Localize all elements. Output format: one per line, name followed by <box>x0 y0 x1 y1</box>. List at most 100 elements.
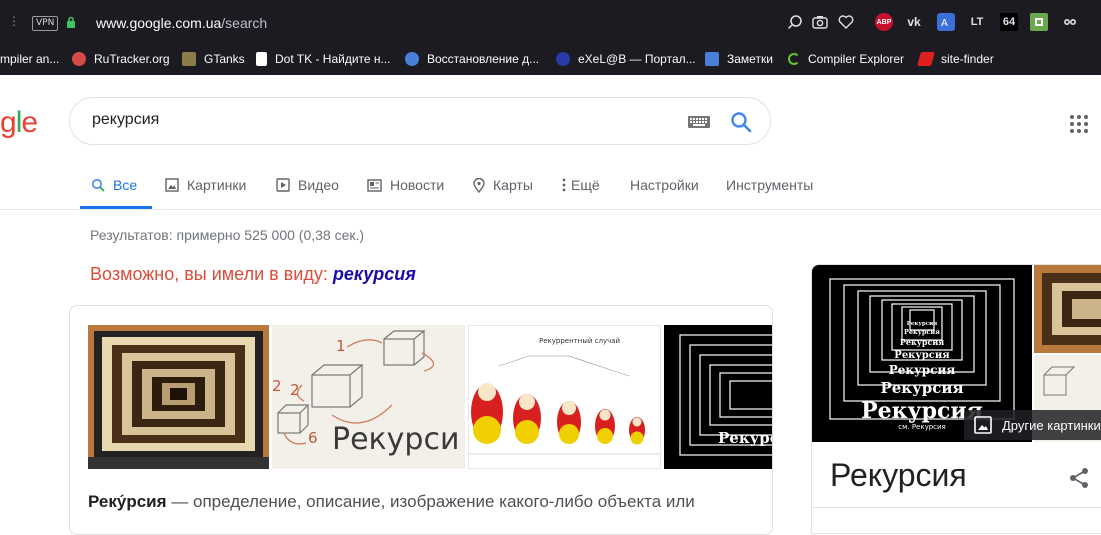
search-icon <box>91 178 105 192</box>
tab-label: Картинки <box>187 177 247 193</box>
heart-icon[interactable] <box>837 13 855 31</box>
search-box[interactable]: рекурсия <box>69 97 771 145</box>
bookmark-label: Dot TK - Найдите н... <box>275 52 391 66</box>
url-host: www.google.com.ua <box>96 15 222 31</box>
knowledge-panel: Рекурсия см. Рекурсия Рекурсия Рекурсия … <box>811 264 1101 534</box>
translate-icon[interactable]: A <box>937 13 955 31</box>
result-image-4[interactable]: Рекурсия <box>664 325 773 469</box>
gtanks-icon <box>182 52 196 66</box>
kp-image-word: Рекурсия <box>900 337 944 347</box>
tab-label: Новости <box>390 177 445 193</box>
snippet-term: Реку́рсия <box>88 492 167 511</box>
bookmark-label: GTanks <box>204 52 245 66</box>
more-images-label: Другие картинки <box>1002 417 1101 433</box>
kp-image-word: Рекурсия <box>894 350 950 361</box>
snippet-text: — определение, описание, изображение как… <box>166 492 695 511</box>
google-logo[interactable]: gle <box>0 106 38 140</box>
page-icon <box>256 52 267 66</box>
zoom-icon[interactable] <box>786 13 804 31</box>
tab-more[interactable]: Ещё <box>562 176 600 194</box>
tab-label: Настройки <box>630 177 699 193</box>
tab-label: Карты <box>493 177 533 193</box>
image-icon <box>974 416 992 434</box>
lock-icon[interactable] <box>66 16 76 29</box>
url-bar[interactable]: ⋮ VPN www.google.com.ua/search ABP vk A … <box>0 0 1101 45</box>
sketch-number: 1 <box>336 337 346 355</box>
tab-settings[interactable]: Настройки <box>630 176 699 194</box>
kp-title: Рекурсия <box>830 457 967 493</box>
bookmark-notes[interactable]: Заметки <box>705 50 773 68</box>
share-icon[interactable] <box>1068 467 1090 489</box>
bookmark-label: Compiler Explorer <box>808 52 905 66</box>
bookmark-rutracker[interactable]: RuTracker.org <box>72 50 170 68</box>
keyboard-icon[interactable] <box>688 116 710 128</box>
result-snippet: Реку́рсия — определение, описание, изобр… <box>88 492 695 512</box>
bookmark-label: Восстановление д... <box>427 52 540 66</box>
tab-video[interactable]: Видео <box>276 176 339 194</box>
bookmark-compiler[interactable]: mpiler an... <box>0 50 59 68</box>
bookmark-site-finder[interactable]: site-finder <box>917 50 994 68</box>
video-icon <box>276 178 290 192</box>
kp-image-word: Рекурсия <box>904 328 940 336</box>
frame-word: Рекурсия <box>718 429 773 447</box>
globe-icon <box>405 52 419 66</box>
64-icon[interactable]: 64 <box>1000 13 1018 31</box>
sketch-word: Рекурси <box>332 422 459 457</box>
more-images-button[interactable]: Другие картинки <box>964 410 1101 440</box>
did-you-mean-prefix: Возможно, вы имели в виду: <box>90 264 333 284</box>
screenshot-icon[interactable] <box>811 13 829 31</box>
bookmark-recovery[interactable]: Восстановление д... <box>405 50 539 68</box>
bookmark-label: site-finder <box>941 52 994 66</box>
tab-all[interactable]: Все <box>91 176 137 194</box>
vk-icon[interactable]: vk <box>905 13 923 31</box>
bookmark-gtanks[interactable]: GTanks <box>182 50 245 68</box>
result-stats: Результатов: примерно 525 000 (0,38 сек.… <box>90 227 365 243</box>
notes-icon <box>705 52 719 66</box>
exelab-icon <box>556 52 570 66</box>
extension-icon[interactable] <box>1030 13 1048 31</box>
svg-text:A: A <box>941 18 948 29</box>
tab-label: Ещё <box>571 177 600 193</box>
more-vert-icon <box>562 178 566 192</box>
did-you-mean: Возможно, вы имели в виду: рекурсия <box>90 264 416 285</box>
search-input[interactable]: рекурсия <box>92 111 159 129</box>
search-icon[interactable] <box>730 111 752 133</box>
sketch-number: 6 <box>308 429 318 447</box>
lt-icon[interactable]: LT <box>968 13 986 31</box>
news-icon <box>367 178 382 192</box>
header-divider <box>0 209 1101 210</box>
tab-images[interactable]: Картинки <box>165 176 246 194</box>
did-you-mean-link[interactable]: рекурсия <box>333 264 416 284</box>
result-image-1[interactable] <box>88 325 269 469</box>
kp-divider <box>812 507 1101 508</box>
apps-grid-icon[interactable] <box>1069 114 1089 134</box>
kp-image-word: Рекурсия <box>907 321 937 327</box>
diagram-title: Рекуррентный случай <box>539 337 620 345</box>
rutracker-icon <box>72 52 86 66</box>
tab-news[interactable]: Новости <box>367 176 444 194</box>
sketch-number: 2 <box>290 381 300 399</box>
kp-image-word: Рекурсия <box>889 363 956 377</box>
kp-image-word: Рекурсия <box>880 379 963 397</box>
bookmark-label: mpiler an... <box>0 52 60 66</box>
bookmark-exelab[interactable]: eXeL@B — Портал... <box>556 50 696 68</box>
bookmark-dottk[interactable]: Dot TK - Найдите н... <box>256 50 391 68</box>
result-image-3[interactable]: Рекуррентный случай <box>468 325 661 469</box>
url-text[interactable]: www.google.com.ua/search <box>96 15 267 31</box>
image-icon <box>165 178 179 192</box>
vpn-badge[interactable]: VPN <box>32 16 59 31</box>
bookmark-label: RuTracker.org <box>94 52 170 66</box>
owl-icon[interactable] <box>1061 13 1079 31</box>
site-finder-icon <box>917 52 935 66</box>
bookmark-compiler-explorer[interactable]: Compiler Explorer <box>788 50 904 68</box>
compiler-explorer-icon <box>788 53 800 65</box>
adblock-icon[interactable]: ABP <box>875 13 893 31</box>
result-image-2[interactable]: 1 2 2 6 Рекурси <box>272 325 465 469</box>
tab-tools[interactable]: Инструменты <box>726 176 813 194</box>
bookmarks-bar: mpiler an... RuTracker.org GTanks Dot TK… <box>0 44 1101 74</box>
url-path: /search <box>221 15 268 31</box>
sketch-number: 2 <box>272 377 282 395</box>
dots-icon[interactable]: ⋮ <box>8 14 20 28</box>
kp-image-caption: см. Рекурсия <box>898 423 946 431</box>
tab-maps[interactable]: Карты <box>473 176 533 194</box>
